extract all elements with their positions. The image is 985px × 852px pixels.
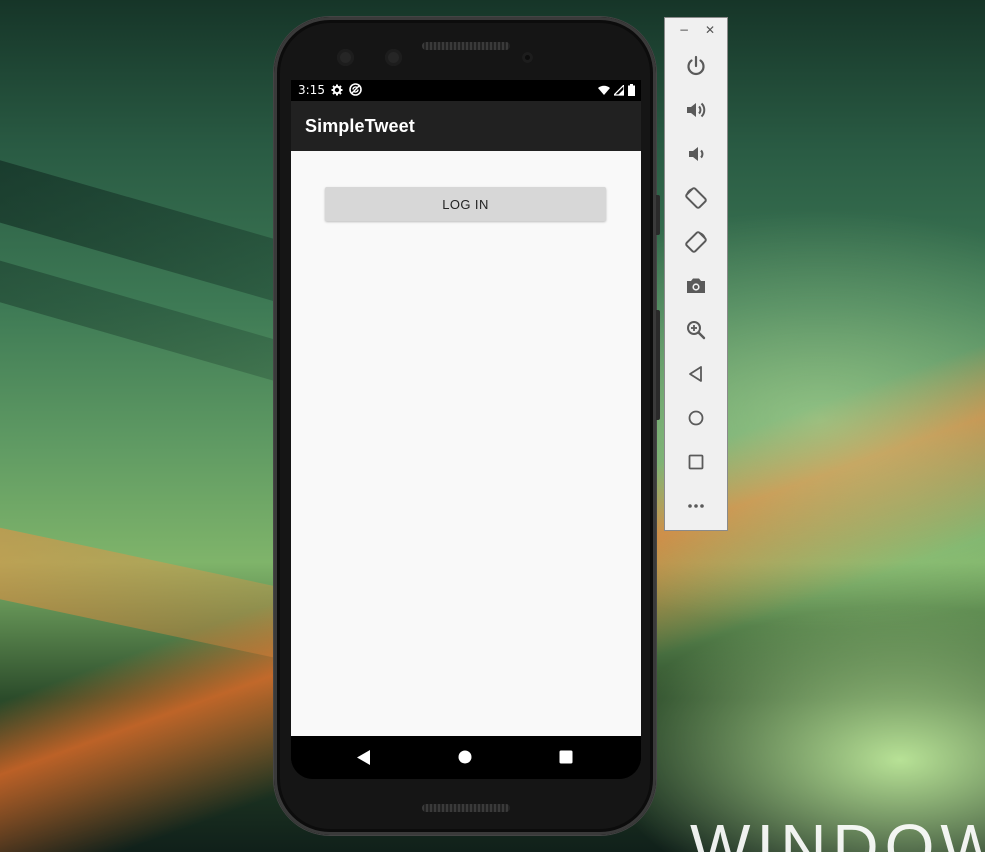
app-title: SimpleTweet [305, 116, 415, 136]
volume-up-button[interactable] [684, 98, 708, 122]
home-icon [688, 410, 704, 426]
home-circle-icon [458, 750, 472, 764]
app-bar: SimpleTweet [291, 101, 641, 151]
proximity-sensor-icon [522, 52, 533, 63]
overview-icon [688, 454, 704, 470]
volume-down-button[interactable] [684, 142, 708, 166]
front-camera-icon [337, 49, 354, 66]
nav-back-button[interactable] [344, 736, 384, 779]
recents-square-icon [559, 750, 573, 764]
nav-home-button[interactable] [445, 736, 485, 779]
emulator-home-button[interactable] [684, 406, 708, 430]
rotate-left-icon [685, 187, 707, 209]
bottom-speaker [422, 804, 510, 812]
back-triangle-icon [357, 750, 370, 765]
emulator-back-button[interactable] [684, 362, 708, 386]
login-screen: LOG IN [291, 151, 641, 736]
power-button[interactable] [684, 54, 708, 78]
power-icon [687, 55, 705, 76]
phone-side-button [656, 195, 660, 235]
emulator-window-controls: − ✕ [665, 23, 727, 40]
top-speaker [422, 42, 510, 50]
camera-icon [687, 278, 705, 293]
status-bar: 3:15 [291, 80, 641, 101]
zoom-in-icon [687, 321, 706, 340]
phone-screen: 3:15 SimpleTweet LOG IN [291, 80, 641, 779]
status-left-icons [331, 83, 362, 99]
navigation-bar [291, 736, 641, 779]
screenshot-button[interactable] [684, 274, 708, 298]
rotate-left-button[interactable] [684, 186, 708, 210]
login-button[interactable]: LOG IN [325, 187, 606, 221]
wallpaper-text: WINDOW [690, 811, 985, 852]
minimize-button[interactable]: − [677, 23, 691, 37]
signal-icon [612, 82, 625, 99]
close-button[interactable]: ✕ [703, 23, 717, 37]
gear-icon [331, 84, 343, 99]
more-button[interactable] [684, 494, 708, 518]
sync-icon [349, 83, 362, 99]
phone-side-button [656, 310, 660, 420]
rotate-right-button[interactable] [684, 230, 708, 254]
status-right-icons [598, 82, 635, 99]
emulator-overview-button[interactable] [684, 450, 708, 474]
nav-recents-button[interactable] [546, 736, 586, 779]
volume-down-icon [689, 147, 704, 161]
rotate-right-icon [685, 231, 707, 253]
zoom-button[interactable] [684, 318, 708, 342]
wifi-icon [598, 85, 610, 99]
emulator-control-panel: − ✕ [664, 17, 728, 531]
battery-icon [628, 84, 635, 99]
back-icon [689, 366, 702, 382]
front-camera-icon [385, 49, 402, 66]
volume-up-icon [687, 102, 706, 118]
status-time: 3:15 [298, 83, 325, 97]
more-dots-icon [688, 504, 704, 508]
